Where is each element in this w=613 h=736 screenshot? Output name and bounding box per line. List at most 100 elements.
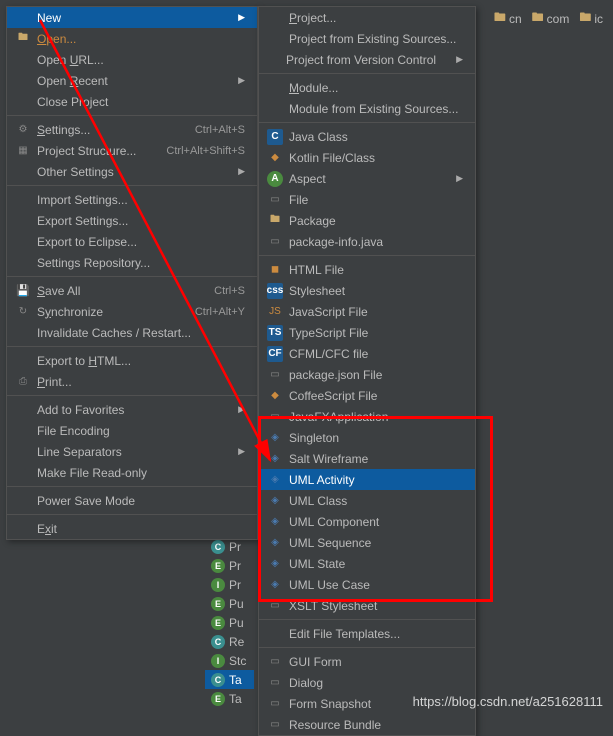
menu-item-file-encoding[interactable]: File Encoding <box>7 420 257 441</box>
blank-icon <box>267 31 283 47</box>
menu-item-uml-component[interactable]: ◈UML Component <box>259 511 475 532</box>
menu-label: Add to Favorites <box>37 403 218 417</box>
menu-item-project[interactable]: Project... <box>259 7 475 28</box>
tree-row[interactable]: IPr <box>205 575 254 594</box>
menu-label: Import Settings... <box>37 193 245 207</box>
menu-item-package-json-file[interactable]: ▭package.json File <box>259 364 475 385</box>
menu-label: Stylesheet <box>289 284 463 298</box>
menu-label: File <box>289 193 463 207</box>
menu-item-open[interactable]: 🖿Open... <box>7 28 257 49</box>
css-icon: css <box>267 283 283 299</box>
menu-label: Close Project <box>37 95 245 109</box>
tree-row[interactable]: CRe <box>205 632 254 651</box>
menu-item-power-save-mode[interactable]: Power Save Mode <box>7 490 257 511</box>
menu-item-javafxapplication[interactable]: ▭JavaFXApplication <box>259 406 475 427</box>
cfml-icon: CF <box>267 346 283 362</box>
separator <box>7 514 257 515</box>
breadcrumb-item[interactable]: 🖿com <box>532 8 570 29</box>
menu-item-other-settings[interactable]: Other Settings▶ <box>7 161 257 182</box>
menu-item-make-file-read-only[interactable]: Make File Read-only <box>7 462 257 483</box>
menu-item-uml-sequence[interactable]: ◈UML Sequence <box>259 532 475 553</box>
menu-item-module[interactable]: Module... <box>259 77 475 98</box>
menu-item-project-from-existing-sources[interactable]: Project from Existing Sources... <box>259 28 475 49</box>
menu-item-exit[interactable]: Exit <box>7 518 257 539</box>
breadcrumb-item[interactable]: 🖿ic <box>579 8 603 29</box>
package-icon: 🖿 <box>267 213 283 229</box>
menu-item-export-to-eclipse[interactable]: Export to Eclipse... <box>7 231 257 252</box>
menu-item-java-class[interactable]: CJava Class <box>259 126 475 147</box>
blank-icon <box>267 52 280 68</box>
menu-item-gui-form[interactable]: ▭GUI Form <box>259 651 475 672</box>
menu-item-uml-state[interactable]: ◈UML State <box>259 553 475 574</box>
menu-item-export-settings[interactable]: Export Settings... <box>7 210 257 231</box>
tree-row[interactable]: EPu <box>205 594 254 613</box>
new-submenu: Project... Project from Existing Sources.… <box>258 6 476 736</box>
menu-item-project-from-version-control[interactable]: Project from Version Control▶ <box>259 49 475 70</box>
separator <box>259 255 475 256</box>
tree-label: Pr <box>229 578 241 592</box>
tree-row[interactable]: ETa <box>205 689 254 708</box>
menu-item-kotlin-file-class[interactable]: ◆Kotlin File/Class <box>259 147 475 168</box>
menu-item-invalidate-caches-restart[interactable]: Invalidate Caches / Restart... <box>7 322 257 343</box>
menu-item-salt-wireframe[interactable]: ◈Salt Wireframe <box>259 448 475 469</box>
breadcrumb-item[interactable]: 🖿cn <box>494 8 522 29</box>
file-type-icon: C <box>211 540 225 554</box>
menu-item-coffeescript-file[interactable]: ◆CoffeeScript File <box>259 385 475 406</box>
menu-item-typescript-file[interactable]: TSTypeScript File <box>259 322 475 343</box>
menu-label: Other Settings <box>37 165 218 179</box>
menu-item-line-separators[interactable]: Line Separators▶ <box>7 441 257 462</box>
blank-icon <box>15 493 31 509</box>
menu-item-new[interactable]: New▶ <box>7 7 257 28</box>
menu-label: UML Use Case <box>289 578 463 592</box>
menu-item-project-structure[interactable]: ▦Project Structure...Ctrl+Alt+Shift+S <box>7 140 257 161</box>
tree-row[interactable]: EPu <box>205 613 254 632</box>
menu-item-dialog[interactable]: ▭Dialog <box>259 672 475 693</box>
menu-item-module-from-existing-sources[interactable]: Module from Existing Sources... <box>259 98 475 119</box>
menu-item-close-project[interactable]: Close Project <box>7 91 257 112</box>
html-icon: ◼ <box>267 262 283 278</box>
menu-label: File Encoding <box>37 424 245 438</box>
menu-item-javascript-file[interactable]: JSJavaScript File <box>259 301 475 322</box>
file-type-icon: E <box>211 559 225 573</box>
menu-item-add-to-favorites[interactable]: Add to Favorites▶ <box>7 399 257 420</box>
menu-item-synchronize[interactable]: ↻SynchronizeCtrl+Alt+Y <box>7 301 257 322</box>
menu-item-xslt-stylesheet[interactable]: ▭XSLT Stylesheet <box>259 595 475 616</box>
menu-item-uml-class[interactable]: ◈UML Class <box>259 490 475 511</box>
menu-item-html-file[interactable]: ◼HTML File <box>259 259 475 280</box>
menu-label: Project from Existing Sources... <box>289 32 463 46</box>
menu-label: Resource Bundle <box>289 718 463 732</box>
submenu-arrow-icon: ▶ <box>238 75 245 86</box>
menu-item-uml-use-case[interactable]: ◈ UML Use Case <box>259 574 475 595</box>
tree-row[interactable]: CTa <box>205 670 254 689</box>
menu-item-export-to-html[interactable]: Export to HTML... <box>7 350 257 371</box>
file-type-icon: C <box>211 635 225 649</box>
menu-item-import-settings[interactable]: Import Settings... <box>7 189 257 210</box>
tree-label: Ta <box>229 692 242 706</box>
menu-item-settings-repository[interactable]: Settings Repository... <box>7 252 257 273</box>
menu-item-open-recent[interactable]: Open Recent ▶ <box>7 70 257 91</box>
menu-item-save-all[interactable]: 💾Save AllCtrl+S <box>7 280 257 301</box>
menu-item-aspect[interactable]: AAspect▶ <box>259 168 475 189</box>
menu-item-uml-activity[interactable]: ◈UML Activity <box>259 469 475 490</box>
menu-item-edit-file-templates[interactable]: Edit File Templates... <box>259 623 475 644</box>
separator <box>259 122 475 123</box>
menu-item-cfml-cfc-file[interactable]: CFCFML/CFC file <box>259 343 475 364</box>
menu-item-file[interactable]: ▭ File <box>259 189 475 210</box>
menu-item-package[interactable]: 🖿Package <box>259 210 475 231</box>
menu-label: Export to HTML... <box>37 354 245 368</box>
singleton-icon: ◈ <box>267 430 283 446</box>
tree-row[interactable]: EPr <box>205 556 254 575</box>
menu-item-stylesheet[interactable]: css Stylesheet <box>259 280 475 301</box>
menu-item-settings[interactable]: ⚙Settings...Ctrl+Alt+S <box>7 119 257 140</box>
file-icon: ▭ <box>267 192 283 208</box>
menu-item-package-info-java[interactable]: ▭package-info.java <box>259 231 475 252</box>
menu-item-resource-bundle[interactable]: ▭Resource Bundle <box>259 714 475 735</box>
menu-label: Make File Read-only <box>37 466 245 480</box>
uml-icon: ◈ <box>267 577 283 593</box>
menu-item-print[interactable]: ⎙Print... <box>7 371 257 392</box>
tree-row[interactable]: IStc <box>205 651 254 670</box>
menu-label: Open Recent <box>37 74 218 88</box>
kotlin-icon: ◆ <box>267 150 283 166</box>
menu-item-singleton[interactable]: ◈Singleton <box>259 427 475 448</box>
menu-item-open-url[interactable]: Open URL... <box>7 49 257 70</box>
